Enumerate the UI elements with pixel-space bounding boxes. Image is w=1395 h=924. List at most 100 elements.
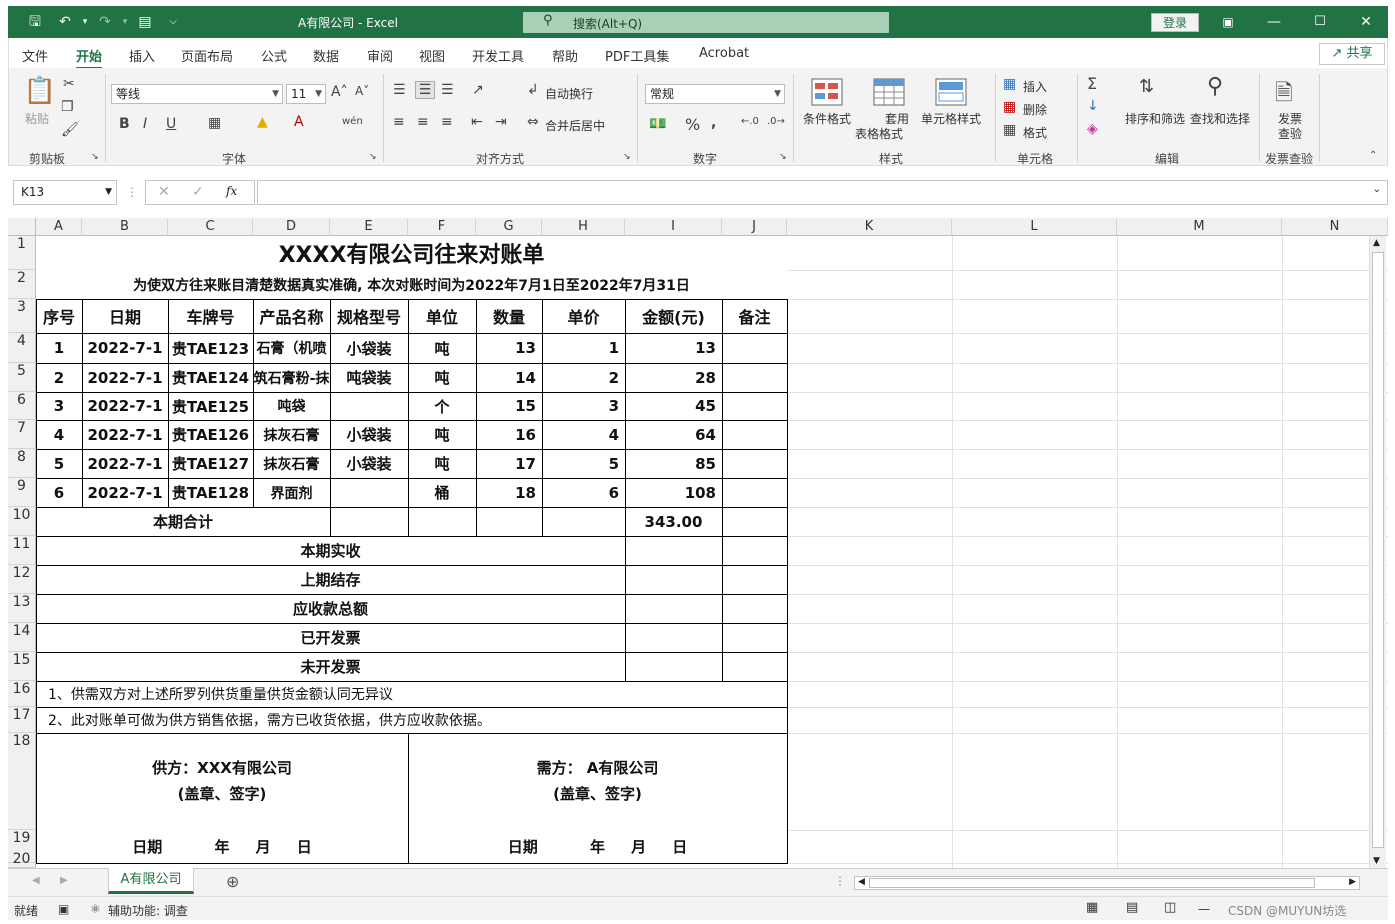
number-format-select[interactable]: 常规 ▼: [645, 84, 785, 104]
clear-icon[interactable]: ◈: [1087, 121, 1098, 137]
fill-icon[interactable]: ↓: [1087, 98, 1099, 114]
table-cell[interactable]: 13: [625, 333, 722, 363]
table-cell[interactable]: 吨: [408, 420, 476, 449]
underline-icon[interactable]: U: [166, 116, 176, 132]
insert-cells-icon[interactable]: ▦: [1003, 76, 1016, 92]
table-cell[interactable]: 个: [408, 392, 476, 420]
cell-styles-icon[interactable]: [935, 78, 969, 108]
table-cell[interactable]: [722, 392, 787, 420]
table-cell[interactable]: [722, 449, 787, 478]
table-cell[interactable]: 桶: [408, 478, 476, 507]
summary-label[interactable]: 已开发票: [36, 623, 625, 652]
table-cell[interactable]: 17: [476, 449, 542, 478]
table-header-cell[interactable]: 单位: [408, 299, 476, 333]
table-cell[interactable]: [330, 392, 408, 420]
accessibility-icon[interactable]: ⚛: [90, 902, 101, 916]
alignment-launcher-icon[interactable]: ↘: [623, 152, 631, 162]
tab-formulas[interactable]: 公式: [261, 46, 287, 65]
table-cell[interactable]: 贵TAE126: [168, 420, 253, 449]
table-cell[interactable]: 5: [36, 449, 82, 478]
table-cell[interactable]: 3: [36, 392, 82, 420]
page-break-view-icon[interactable]: ◫: [1164, 900, 1176, 915]
column-header-k[interactable]: K: [787, 218, 952, 236]
column-header-m[interactable]: M: [1117, 218, 1282, 236]
table-cell[interactable]: 16: [476, 420, 542, 449]
customize-qat-icon[interactable]: ⌵: [164, 13, 182, 31]
tab-home[interactable]: 开始: [76, 46, 103, 70]
font-launcher-icon[interactable]: ↘: [369, 152, 377, 162]
fill-color-icon[interactable]: ▲: [257, 114, 268, 130]
next-sheet-icon[interactable]: ▶: [60, 875, 68, 886]
table-cell[interactable]: [330, 478, 408, 507]
table-cell[interactable]: 小袋装: [330, 449, 408, 478]
table-cell[interactable]: 64: [625, 420, 722, 449]
table-cell[interactable]: 2022-7-1: [82, 478, 168, 507]
increase-indent-icon[interactable]: ⇥: [495, 114, 507, 130]
table-cell[interactable]: 4: [542, 420, 625, 449]
sort-filter-icon[interactable]: ⇅: [1139, 76, 1154, 97]
table-cell[interactable]: 2022-7-1: [82, 449, 168, 478]
table-cell[interactable]: [722, 420, 787, 449]
table-cell[interactable]: 小袋装: [330, 333, 408, 363]
merge-center-button[interactable]: 合并后居中: [545, 117, 605, 134]
merge-center-icon[interactable]: ⇔: [527, 114, 539, 130]
increase-decimal-icon[interactable]: ←.0: [741, 116, 759, 127]
insert-function-icon[interactable]: fx: [226, 184, 237, 198]
copy-icon[interactable]: ❐: [61, 99, 74, 115]
accounting-format-icon[interactable]: 💵: [649, 116, 666, 132]
table-cell[interactable]: 贵TAE124: [168, 363, 253, 392]
scroll-up-icon[interactable]: ▲: [1373, 238, 1380, 248]
table-cell[interactable]: [722, 478, 787, 507]
table-cell[interactable]: 18: [476, 478, 542, 507]
column-header-i[interactable]: I: [625, 218, 722, 236]
paste-icon[interactable]: 📋: [23, 76, 57, 108]
scroll-right-icon[interactable]: ▶: [1349, 877, 1356, 887]
table-header-cell[interactable]: 日期: [82, 299, 168, 333]
vertical-scroll-thumb[interactable]: [1372, 252, 1384, 848]
tab-view[interactable]: 视图: [419, 46, 445, 65]
table-cell[interactable]: 贵TAE128: [168, 478, 253, 507]
maximize-icon[interactable]: ☐: [1310, 11, 1330, 33]
cancel-icon[interactable]: ✕: [158, 184, 170, 200]
table-cell[interactable]: 14: [476, 363, 542, 392]
tab-developer[interactable]: 开发工具: [472, 46, 524, 65]
align-middle-icon[interactable]: ☰: [415, 81, 435, 99]
number-launcher-icon[interactable]: ↘: [779, 152, 787, 162]
ribbon-display-icon[interactable]: ▣: [1218, 11, 1238, 33]
login-button[interactable]: 登录: [1151, 13, 1199, 32]
supplier-date[interactable]: 日期 年 月 日: [36, 830, 408, 863]
scroll-left-icon[interactable]: ◀: [858, 877, 865, 887]
increase-font-icon[interactable]: A˄: [331, 84, 348, 100]
comma-style-icon[interactable]: ,: [711, 115, 716, 131]
summary-label[interactable]: 本期实收: [36, 536, 625, 565]
table-header-cell[interactable]: 序号: [36, 299, 82, 333]
align-center-icon[interactable]: ≡: [417, 114, 429, 130]
bold-icon[interactable]: B: [119, 116, 130, 132]
autosum-icon[interactable]: Σ: [1087, 74, 1097, 93]
buyer-date[interactable]: 日期 年 月 日: [408, 830, 787, 863]
scroll-down-icon[interactable]: ▼: [1373, 856, 1380, 866]
format-cells-icon[interactable]: ▦: [1003, 122, 1016, 138]
percent-icon[interactable]: %: [685, 115, 700, 134]
column-header-a[interactable]: A: [36, 218, 82, 236]
table-cell[interactable]: 小袋装: [330, 420, 408, 449]
decrease-decimal-icon[interactable]: .0→: [767, 116, 785, 127]
undo-icon[interactable]: ↶: [56, 13, 74, 31]
table-header-cell[interactable]: 金额(元): [625, 299, 722, 333]
prev-sheet-icon[interactable]: ◀: [32, 875, 40, 886]
invoice-check-icon[interactable]: 🗎: [1275, 76, 1293, 114]
phonetic-icon[interactable]: wén: [342, 116, 363, 127]
table-header-cell[interactable]: 备注: [722, 299, 787, 333]
table-cell[interactable]: 2022-7-1: [82, 392, 168, 420]
total-label[interactable]: 本期合计: [36, 507, 330, 536]
tab-page-layout[interactable]: 页面布局: [181, 46, 233, 65]
share-button[interactable]: ↗ 共享: [1319, 43, 1385, 65]
delete-cells-button[interactable]: 删除: [1023, 101, 1047, 118]
column-header-c[interactable]: C: [168, 218, 253, 236]
table-cell[interactable]: 13: [476, 333, 542, 363]
format-as-table-button[interactable]: 表格格式: [855, 125, 903, 142]
table-cell[interactable]: 界面剂: [253, 478, 330, 507]
clipboard-launcher-icon[interactable]: ↘: [91, 152, 99, 162]
tab-file[interactable]: 文件: [22, 46, 48, 65]
table-cell[interactable]: 石膏（机喷: [253, 333, 330, 363]
